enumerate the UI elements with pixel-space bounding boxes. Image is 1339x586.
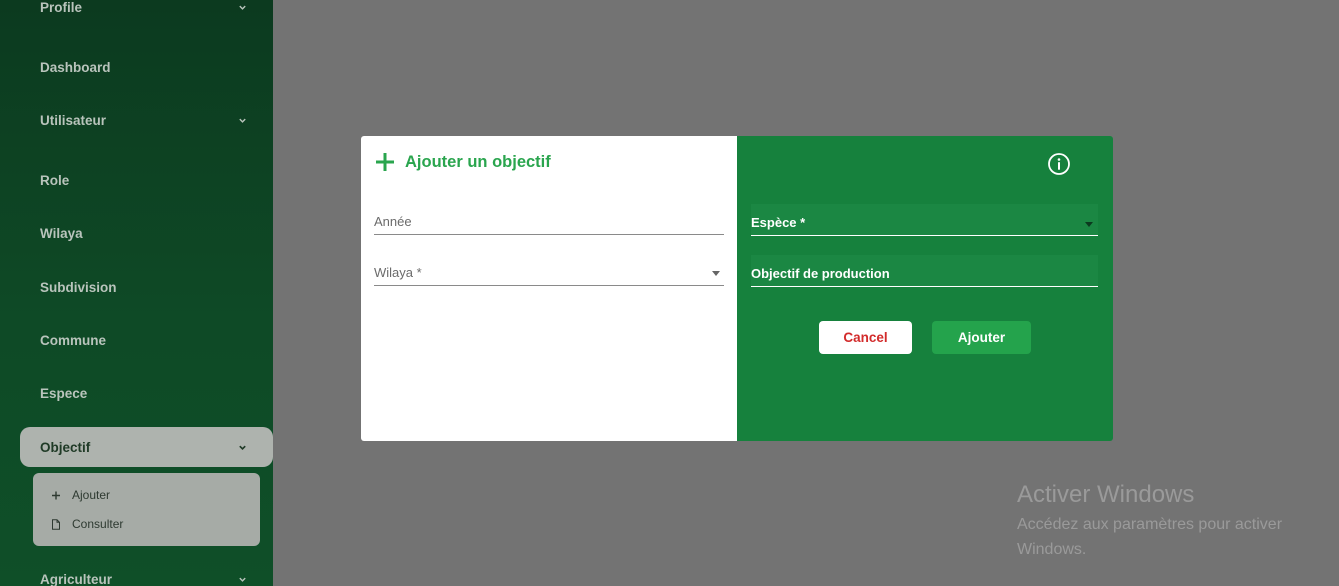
annee-label: Année xyxy=(374,214,412,229)
dropdown-arrow-icon xyxy=(712,270,720,276)
submenu-item-consulter[interactable]: Consulter xyxy=(51,517,123,531)
add-objective-modal: Ajouter un objectif Année Wilaya * Espèc… xyxy=(361,136,1113,441)
wilaya-select[interactable]: Wilaya * xyxy=(374,260,724,286)
sidebar-item-profile[interactable]: Profile xyxy=(0,0,273,27)
chevron-down-icon xyxy=(237,2,247,12)
sidebar-item-agriculteur[interactable]: Agriculteur xyxy=(0,559,273,586)
wilaya-label: Wilaya * xyxy=(374,265,422,280)
plus-icon xyxy=(376,153,394,171)
sidebar-item-label: Wilaya xyxy=(40,225,83,241)
ajouter-button[interactable]: Ajouter xyxy=(932,321,1031,354)
plus-icon xyxy=(51,489,61,501)
objectif-submenu: Ajouter Consulter xyxy=(33,473,260,546)
chevron-down-icon xyxy=(237,115,247,125)
sidebar-item-label: Espece xyxy=(40,385,88,401)
sidebar-item-label: Role xyxy=(40,172,70,188)
submenu-item-label: Consulter xyxy=(72,517,124,531)
chevron-down-icon xyxy=(237,574,247,584)
espece-label: Espèce * xyxy=(751,215,806,230)
sidebar-item-role[interactable]: Role xyxy=(0,160,273,200)
sidebar: Profile Dashboard Utilisateur Role Wilay… xyxy=(0,0,273,586)
watermark-title: Activer Windows xyxy=(1017,481,1195,508)
sidebar-item-utilisateur[interactable]: Utilisateur xyxy=(0,100,273,140)
sidebar-item-dashboard[interactable]: Dashboard xyxy=(0,47,273,87)
sidebar-item-wilaya[interactable]: Wilaya xyxy=(0,213,273,253)
sidebar-item-label: Profile xyxy=(40,0,83,15)
modal-title-text: Ajouter un objectif xyxy=(405,152,551,171)
submenu-item-label: Ajouter xyxy=(72,488,111,502)
watermark-subtitle: Accédez aux paramètres pour activer Wind… xyxy=(1017,516,1283,558)
modal-left-panel: Ajouter un objectif Année Wilaya * xyxy=(361,136,737,441)
sidebar-item-label: Subdivision xyxy=(40,279,117,295)
sidebar-item-label: Utilisateur xyxy=(40,112,107,128)
sidebar-item-label: Objectif xyxy=(40,439,91,455)
objectif-production-field[interactable]: Objectif de production xyxy=(751,255,1098,287)
sidebar-item-label: Dashboard xyxy=(40,59,111,75)
sidebar-item-label: Agriculteur xyxy=(40,571,113,586)
submenu-item-ajouter[interactable]: Ajouter xyxy=(51,488,110,502)
sidebar-item-espece[interactable]: Espece xyxy=(0,373,273,413)
sidebar-item-label: Commune xyxy=(40,332,107,348)
cancel-button[interactable]: Cancel xyxy=(819,321,912,354)
sidebar-item-objectif[interactable]: Objectif xyxy=(20,427,273,467)
modal-title: Ajouter un objectif xyxy=(374,151,551,173)
dropdown-arrow-icon xyxy=(1085,222,1093,227)
info-icon[interactable] xyxy=(1047,152,1071,176)
document-icon xyxy=(51,518,61,530)
modal-right-panel: Espèce * Objectif de production Cancel A… xyxy=(737,136,1113,441)
chevron-down-icon xyxy=(237,442,247,452)
espece-select[interactable]: Espèce * xyxy=(751,204,1098,236)
sidebar-item-commune[interactable]: Commune xyxy=(0,320,273,360)
annee-field[interactable]: Année xyxy=(374,209,724,235)
objectif-production-label: Objectif de production xyxy=(751,266,890,281)
windows-activation-watermark: Activer Windows Accédez aux paramètres p… xyxy=(1017,480,1317,562)
sidebar-item-subdivision[interactable]: Subdivision xyxy=(0,267,273,307)
